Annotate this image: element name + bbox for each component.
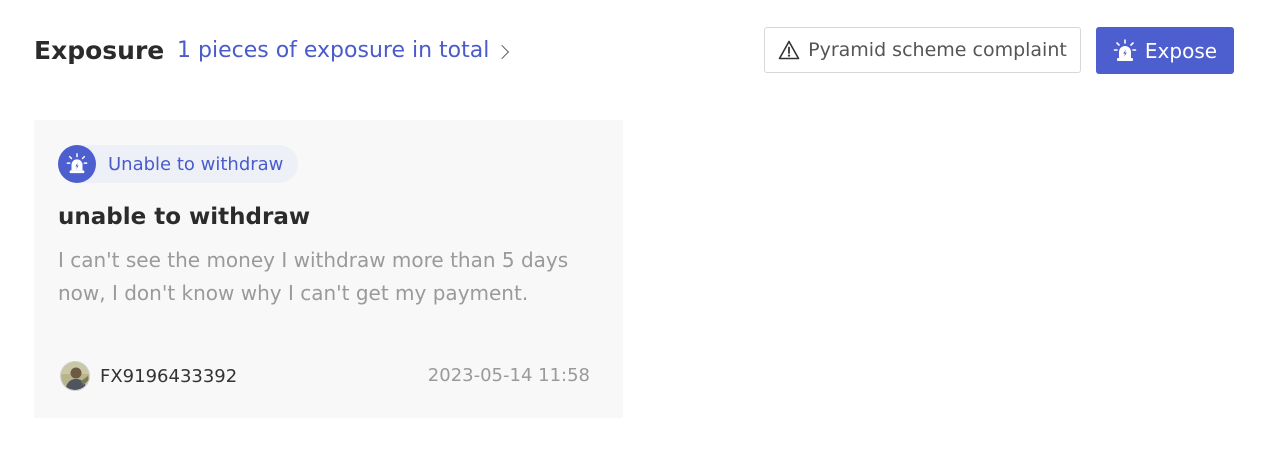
pyramid-scheme-complaint-button[interactable]: Pyramid scheme complaint — [764, 27, 1081, 73]
user-id: FX9196433392 — [100, 365, 238, 387]
total-exposure-label: 1 pieces of exposure in total — [177, 38, 490, 63]
siren-icon — [1113, 38, 1137, 61]
page-title: Exposure — [34, 36, 165, 65]
total-exposure-link[interactable]: 1 pieces of exposure in total — [177, 38, 510, 64]
exposure-card[interactable]: Unable to withdraw unable to withdraw I … — [34, 120, 623, 418]
expose-button[interactable]: Expose — [1096, 27, 1234, 74]
expose-button-label: Expose — [1144, 38, 1218, 63]
chevron-right-icon — [495, 44, 510, 59]
siren-icon — [58, 145, 96, 183]
exposure-page: Exposure 1 pieces of exposure in total P… — [0, 0, 1267, 464]
category-tag-label: Unable to withdraw — [108, 153, 284, 175]
timestamp: 2023-05-14 11:58 — [427, 365, 590, 386]
card-user: FX9196433392 — [60, 361, 237, 391]
card-title: unable to withdraw — [58, 204, 311, 230]
complaint-button-label: Pyramid scheme complaint — [808, 39, 1067, 61]
avatar — [60, 361, 90, 391]
category-tag: Unable to withdraw — [58, 145, 298, 183]
header: Exposure 1 pieces of exposure in total P… — [34, 26, 1234, 76]
card-description: I can't see the money I withdraw more th… — [58, 248, 569, 305]
warning-triangle-icon — [778, 40, 800, 60]
